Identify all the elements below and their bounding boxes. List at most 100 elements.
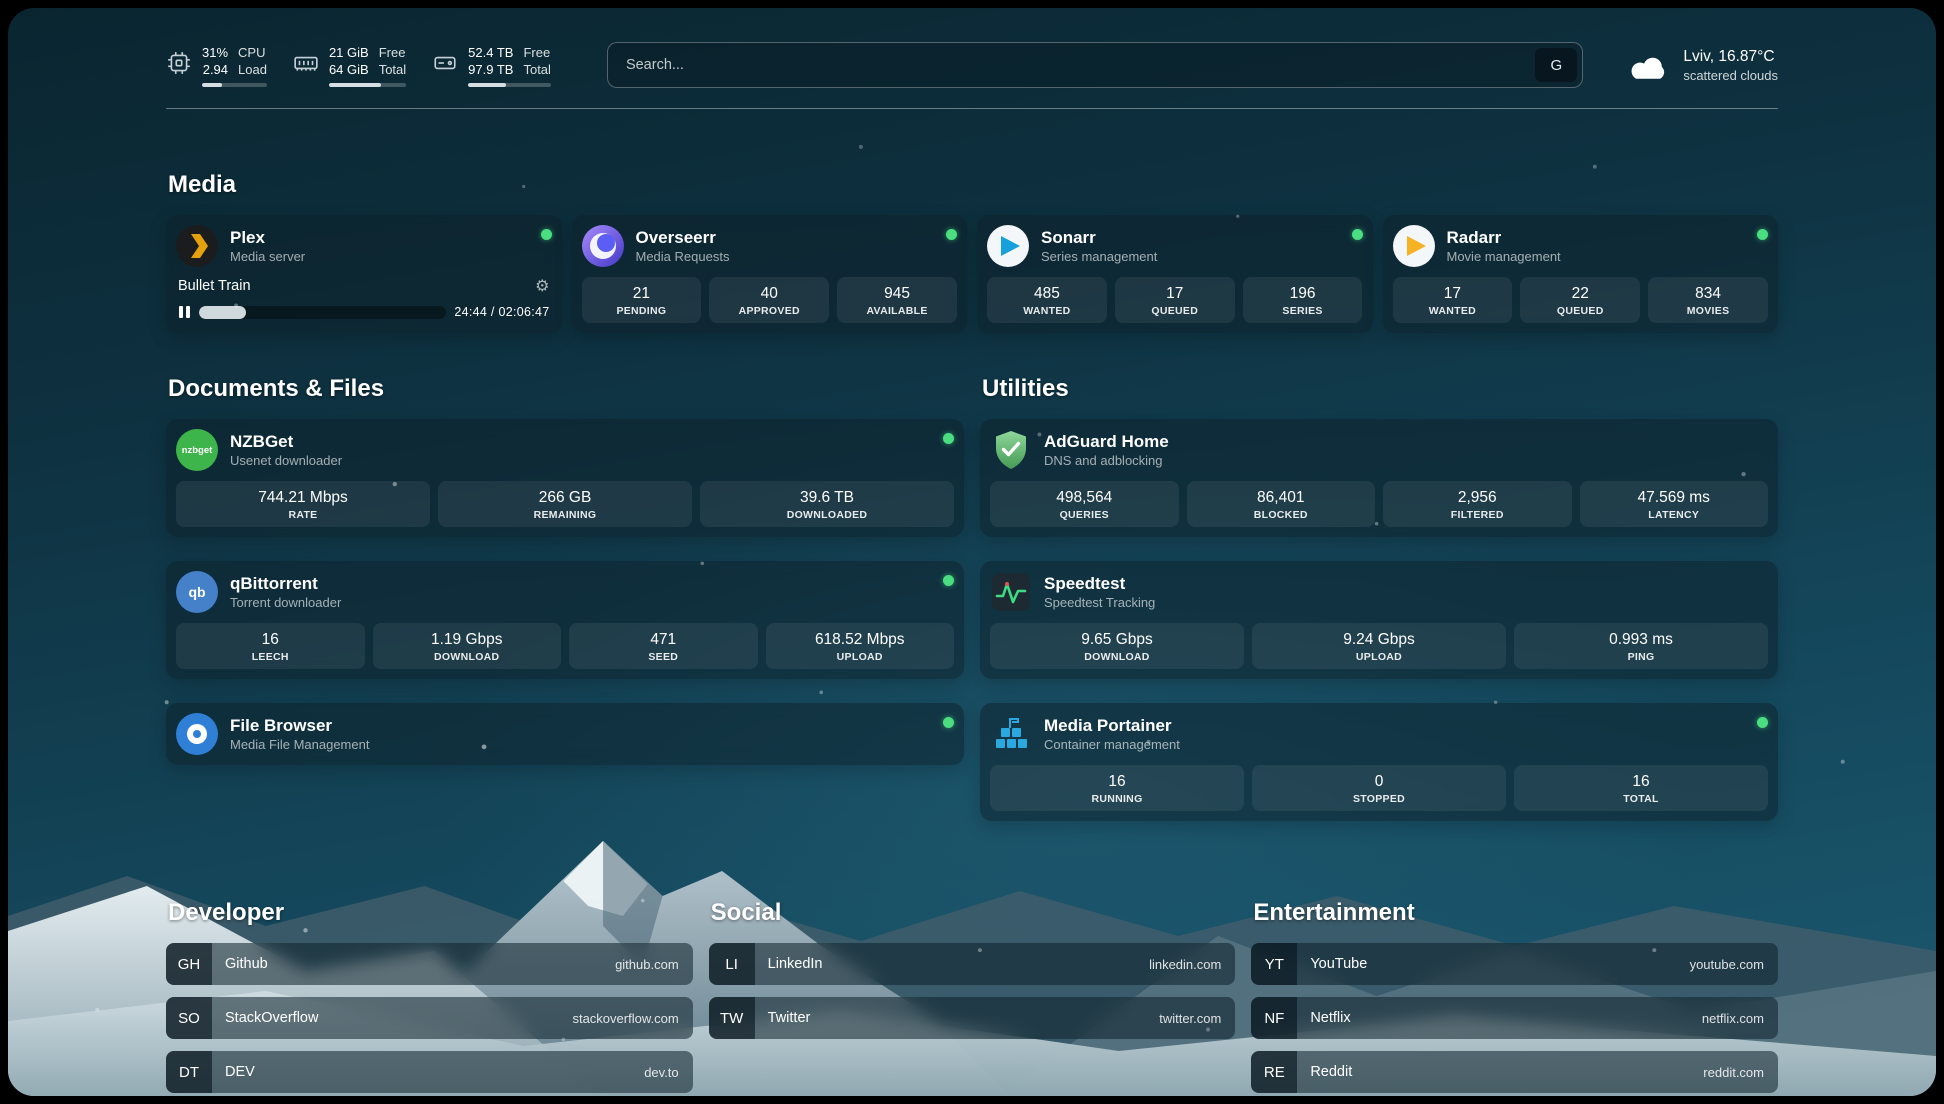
bookmark-name: Reddit: [1310, 1064, 1352, 1080]
gear-icon[interactable]: ⚙: [535, 276, 549, 296]
bookmark-url: netflix.com: [1702, 1011, 1764, 1026]
search-box: G: [607, 42, 1583, 88]
pause-icon[interactable]: [178, 305, 191, 319]
stat-label: PENDING: [586, 305, 698, 317]
stat-movies: 834 MOVIES: [1648, 277, 1768, 323]
status-dot: [946, 229, 957, 240]
qbittorrent-card[interactable]: qb qBittorrent Torrent downloader 16: [166, 561, 964, 679]
bookmark-name: Github: [225, 956, 268, 972]
radarr-icon: [1393, 225, 1435, 267]
service-name: Sonarr: [1041, 227, 1157, 248]
bookmark-abbr: DT: [166, 1051, 212, 1093]
bookmark-youtube[interactable]: YT YouTube youtube.com: [1251, 943, 1778, 985]
cpu-progress-track: [202, 83, 267, 87]
bookmark-dev[interactable]: DT DEV dev.to: [166, 1051, 693, 1093]
stat-value: 0.993 ms: [1518, 630, 1764, 649]
now-playing-title: Bullet Train: [178, 278, 251, 294]
stat-label: DOWNLOAD: [377, 651, 558, 663]
stat-value: 22: [1524, 284, 1636, 303]
stat-value: 485: [991, 284, 1103, 303]
stat-label: APPROVED: [713, 305, 825, 317]
nzbget-icon: nzbget: [176, 429, 218, 471]
stat-rate: 744.21 Mbps RATE: [176, 481, 430, 527]
bookmark-twitter[interactable]: TW Twitter twitter.com: [709, 997, 1236, 1039]
search-input[interactable]: [624, 56, 1535, 74]
section-title-documents: Documents & Files: [168, 375, 964, 403]
stat-queries: 498,564 QUERIES: [990, 481, 1179, 527]
search-provider-button[interactable]: G: [1535, 48, 1577, 82]
sonarr-icon: [987, 225, 1029, 267]
section-title-utilities: Utilities: [982, 375, 1778, 403]
section-utilities: Utilities: [980, 375, 1778, 821]
bookmark-url: linkedin.com: [1149, 957, 1221, 972]
service-desc: Torrent downloader: [230, 594, 341, 611]
stat-value: 266 GB: [442, 488, 688, 507]
bookmark-abbr: TW: [709, 997, 755, 1039]
bookmark-abbr: GH: [166, 943, 212, 985]
stat-value: 2,956: [1387, 488, 1568, 507]
stat-value: 39.6 TB: [704, 488, 950, 507]
nzbget-card[interactable]: nzbget NZBGet Usenet downloader 744.21 M…: [166, 419, 964, 537]
memory-readout: 21 GiB Free 64 GiB Total: [329, 44, 406, 87]
memory-free-label: Free: [379, 44, 406, 61]
radarr-card[interactable]: Radarr Movie management 17 WANTED 22 QUE…: [1383, 215, 1779, 333]
stat-filtered: 2,956 FILTERED: [1383, 481, 1572, 527]
status-dot: [943, 717, 954, 728]
stat-stopped: 0 STOPPED: [1252, 765, 1506, 811]
qbittorrent-icon-text: qb: [188, 584, 205, 600]
sonarr-card[interactable]: Sonarr Series management 485 WANTED 17 Q…: [977, 215, 1373, 333]
speedtest-card[interactable]: Speedtest Speedtest Tracking 9.65 Gbps D…: [980, 561, 1778, 679]
bookmark-netflix[interactable]: NF Netflix netflix.com: [1251, 997, 1778, 1039]
bookmark-linkedin[interactable]: LI LinkedIn linkedin.com: [709, 943, 1236, 985]
disk-widget: 52.4 TB Free 97.9 TB Total: [432, 44, 551, 87]
stat-label: QUEUED: [1119, 305, 1231, 317]
bookmark-name: Netflix: [1310, 1010, 1350, 1026]
cpu-icon: [166, 50, 192, 76]
bookmark-reddit[interactable]: RE Reddit reddit.com: [1251, 1051, 1778, 1093]
service-name: Speedtest: [1044, 573, 1155, 594]
memory-progress-fill: [329, 83, 381, 87]
stat-value: 86,401: [1191, 488, 1372, 507]
playback-progress-track[interactable]: [199, 306, 446, 319]
stat-value: 834: [1652, 284, 1764, 303]
stat-value: 47.569 ms: [1584, 488, 1765, 507]
overseerr-card[interactable]: Overseerr Media Requests 21 PENDING 40 A…: [572, 215, 968, 333]
service-desc: Series management: [1041, 248, 1157, 265]
status-dot: [1757, 229, 1768, 240]
plex-card[interactable]: Plex Media server Bullet Train ⚙: [166, 215, 562, 333]
disk-icon: [432, 50, 458, 76]
status-dot: [1352, 229, 1363, 240]
bookmark-name: LinkedIn: [768, 956, 823, 972]
service-name: Radarr: [1447, 227, 1561, 248]
stat-pending: 21 PENDING: [582, 277, 702, 323]
stat-label: AVAILABLE: [841, 305, 953, 317]
stat-download: 9.65 Gbps DOWNLOAD: [990, 623, 1244, 669]
stat-label: UPLOAD: [770, 651, 951, 663]
stat-queued: 17 QUEUED: [1115, 277, 1235, 323]
memory-total-label: Total: [379, 61, 406, 78]
stat-label: DOWNLOADED: [704, 509, 950, 521]
bookmark-name: YouTube: [1310, 956, 1367, 972]
stat-value: 498,564: [994, 488, 1175, 507]
bookmark-url: youtube.com: [1690, 957, 1764, 972]
stat-value: 1.19 Gbps: [377, 630, 558, 649]
stat-approved: 40 APPROVED: [709, 277, 829, 323]
bookmark-url: twitter.com: [1159, 1011, 1221, 1026]
filebrowser-card[interactable]: File Browser Media File Management: [166, 703, 964, 765]
top-bar: 31% CPU 2.94 Load 21 G: [166, 8, 1778, 88]
dashboard-screen: 31% CPU 2.94 Load 21 G: [8, 8, 1936, 1096]
section-title-developer: Developer: [168, 899, 693, 927]
service-name: AdGuard Home: [1044, 431, 1169, 452]
bookmark-stackoverflow[interactable]: SO StackOverflow stackoverflow.com: [166, 997, 693, 1039]
portainer-card[interactable]: Media Portainer Container management 16 …: [980, 703, 1778, 821]
service-desc: Usenet downloader: [230, 452, 342, 469]
qbittorrent-icon: qb: [176, 571, 218, 613]
stat-label: MOVIES: [1652, 305, 1764, 317]
adguard-card[interactable]: AdGuard Home DNS and adblocking 498,564 …: [980, 419, 1778, 537]
service-desc: DNS and adblocking: [1044, 452, 1169, 469]
stat-label: RUNNING: [994, 793, 1240, 805]
stat-label: BLOCKED: [1191, 509, 1372, 521]
bookmark-github[interactable]: GH Github github.com: [166, 943, 693, 985]
disk-progress-track: [468, 83, 551, 87]
stat-label: SEED: [573, 651, 754, 663]
